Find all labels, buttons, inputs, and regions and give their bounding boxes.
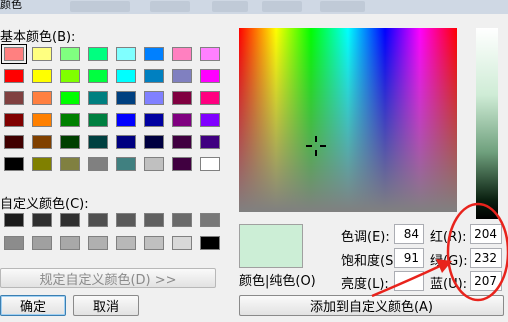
color-swatch[interactable] [172, 157, 192, 171]
color-swatch[interactable] [116, 236, 136, 250]
color-swatch[interactable] [88, 91, 108, 105]
color-swatch[interactable] [88, 135, 108, 149]
color-swatch[interactable] [144, 213, 164, 227]
color-swatch[interactable] [88, 213, 108, 227]
luminance-slider[interactable] [476, 28, 498, 219]
crosshair-icon [306, 136, 326, 156]
color-swatch[interactable] [200, 69, 220, 83]
color-swatch[interactable] [88, 69, 108, 83]
window-title: 颜色 [0, 0, 22, 11]
color-swatch[interactable] [172, 135, 192, 149]
color-swatch[interactable] [4, 113, 24, 127]
color-swatch[interactable] [200, 213, 220, 227]
color-swatch[interactable] [32, 47, 52, 61]
color-swatch[interactable] [4, 236, 24, 250]
color-swatch[interactable] [88, 236, 108, 250]
color-swatch[interactable] [60, 213, 80, 227]
blue-label: 蓝(U): [430, 277, 468, 292]
red-label: 红(R): [430, 230, 467, 245]
background-tab [212, 1, 248, 12]
color-swatch[interactable] [32, 69, 52, 83]
color-swatch[interactable] [144, 47, 164, 61]
color-swatch[interactable] [60, 157, 80, 171]
color-swatch[interactable] [200, 157, 220, 171]
color-swatch[interactable] [172, 69, 192, 83]
basic-colors-label: 基本颜色(B): [0, 30, 76, 45]
color-swatch[interactable] [116, 113, 136, 127]
color-preview [239, 224, 303, 268]
color-spectrum[interactable] [239, 28, 457, 212]
color-swatch[interactable] [200, 135, 220, 149]
color-swatch[interactable] [200, 236, 220, 250]
luminance-field[interactable] [394, 271, 424, 291]
preview-label: 颜色|纯色(O) [239, 274, 316, 289]
color-swatch[interactable] [4, 157, 24, 171]
background-tab [150, 1, 190, 12]
red-field[interactable]: 204 [470, 224, 502, 244]
color-swatch[interactable] [116, 157, 136, 171]
color-swatch[interactable] [116, 69, 136, 83]
color-swatch[interactable] [88, 47, 108, 61]
blue-field[interactable]: 207 [470, 271, 502, 291]
green-field[interactable]: 232 [470, 248, 502, 268]
color-swatch[interactable] [60, 113, 80, 127]
color-swatch[interactable] [116, 213, 136, 227]
color-swatch[interactable] [32, 236, 52, 250]
color-swatch[interactable] [172, 236, 192, 250]
color-swatch[interactable] [60, 236, 80, 250]
color-swatch[interactable] [172, 213, 192, 227]
color-swatch[interactable] [4, 91, 24, 105]
color-swatch[interactable] [60, 69, 80, 83]
color-swatch[interactable] [144, 157, 164, 171]
color-swatch[interactable] [60, 91, 80, 105]
color-swatch[interactable] [4, 69, 24, 83]
color-swatch[interactable] [144, 113, 164, 127]
color-swatch[interactable] [32, 135, 52, 149]
background-tab [262, 1, 302, 12]
color-swatch[interactable] [144, 69, 164, 83]
color-swatch[interactable] [32, 213, 52, 227]
color-swatch[interactable] [116, 135, 136, 149]
title-bar: 颜色 [0, 0, 508, 14]
color-swatch[interactable] [172, 91, 192, 105]
color-swatch[interactable] [88, 113, 108, 127]
color-swatch[interactable] [172, 47, 192, 61]
color-swatch[interactable] [200, 113, 220, 127]
color-swatch[interactable] [144, 236, 164, 250]
color-swatch[interactable] [200, 91, 220, 105]
saturation-field[interactable]: 91 [394, 248, 424, 268]
color-swatch[interactable] [4, 213, 24, 227]
luminance-label: 亮度(L): [341, 277, 389, 292]
background-tab [320, 1, 365, 12]
custom-colors-label: 自定义颜色(C): [0, 197, 89, 212]
color-swatch[interactable] [88, 157, 108, 171]
color-swatch[interactable] [60, 135, 80, 149]
hue-label: 色调(E): [341, 230, 390, 245]
color-swatch[interactable] [60, 47, 80, 61]
color-swatch[interactable] [172, 113, 192, 127]
ok-button[interactable]: 确定 [0, 295, 66, 316]
color-swatch[interactable] [1, 44, 27, 64]
add-to-custom-colors-button[interactable]: 添加到自定义颜色(A) [239, 295, 504, 316]
color-swatch[interactable] [32, 157, 52, 171]
green-label: 绿(G): [430, 254, 468, 269]
color-swatch[interactable] [32, 113, 52, 127]
color-swatch[interactable] [116, 47, 136, 61]
color-swatch[interactable] [32, 91, 52, 105]
define-custom-colors-button[interactable]: 规定自定义颜色(D) >> [0, 268, 216, 288]
color-swatch[interactable] [144, 91, 164, 105]
background-tab [70, 1, 130, 12]
color-swatch[interactable] [116, 91, 136, 105]
color-swatch[interactable] [144, 135, 164, 149]
color-swatch[interactable] [4, 135, 24, 149]
hue-field[interactable]: 84 [394, 224, 424, 244]
cancel-button[interactable]: 取消 [73, 295, 139, 316]
color-swatch[interactable] [200, 47, 220, 61]
